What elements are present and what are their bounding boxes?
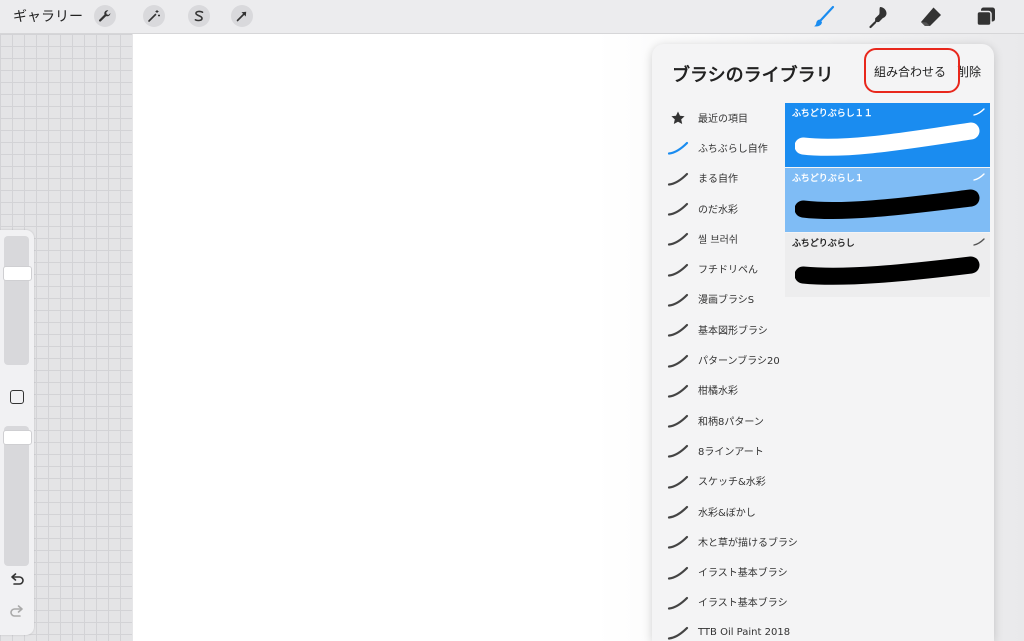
brush-set-item[interactable]: イラスト基本ブラシ	[664, 587, 788, 617]
brush-set-item[interactable]: TTB Oil Paint 2018	[664, 617, 791, 641]
selection-s-icon[interactable]	[188, 5, 210, 27]
brush-set-label: 씰 브러쉬	[698, 234, 738, 246]
panel-title: ブラシのライブラリ	[672, 65, 834, 86]
brush-stroke-icon	[667, 292, 689, 307]
brush-set-item[interactable]: 水彩&ぼかし	[664, 496, 788, 526]
brush-stroke-icon	[667, 625, 689, 640]
brush-library-panel: ブラシのライブラリ 組み合わせる 削除 最近の項目 ふちぶらし自作 まる自作 のだ水彩…	[652, 44, 994, 641]
brush-set-list: 最近の項目ふちぶらし自作 まる自作のだ水彩 씰 브러쉬 フチドリペん 漫画ブラシS 基本図…	[664, 102, 798, 641]
brush-set-item[interactable]: フチドリペん	[664, 253, 788, 283]
brush-set-item[interactable]: 基本図形ブラシ	[664, 314, 788, 344]
brush-set-item[interactable]: パターンブラシ20	[664, 344, 788, 374]
brush-size-slider[interactable]	[4, 236, 29, 365]
brush-type-icon	[973, 173, 985, 181]
brush-set-item[interactable]: 和柄8パターン	[664, 405, 788, 435]
arrow-icon[interactable]	[231, 5, 253, 27]
brush-stroke-icon	[667, 595, 689, 610]
magic-wand-icon[interactable]	[143, 5, 165, 27]
layers-icon[interactable]	[973, 4, 999, 30]
brush-set-label: 水彩&ぼかし	[698, 507, 756, 519]
brush-set-label: TTB Oil Paint 2018	[698, 626, 791, 638]
opacity-slider[interactable]	[4, 426, 29, 566]
brush-stroke-icon	[667, 231, 689, 246]
brush-stroke-icon	[667, 504, 689, 519]
brush-set-label: 和柄8パターン	[698, 416, 764, 428]
top-toolbar: ギャラリー	[0, 0, 1024, 34]
brush-stroke-icon	[667, 353, 689, 368]
brush-set-label: まる自作	[698, 174, 738, 186]
brush-set-item[interactable]: 씰 브러쉬	[664, 223, 788, 253]
brush-stroke-icon	[667, 565, 689, 580]
brush-set-label: 木と草が描けるブラシ	[698, 537, 798, 549]
left-sidebar	[0, 230, 34, 635]
brush-stroke-icon	[667, 443, 689, 459]
undo-icon[interactable]	[8, 571, 26, 589]
brush-item-3[interactable]: ふちどりぶらし	[785, 233, 990, 297]
brush-set-item[interactable]: スケッチ&水彩	[664, 466, 788, 496]
brush-stroke-icon	[667, 474, 689, 489]
brush-set-label: パターンブラシ20	[698, 356, 780, 368]
modify-button[interactable]	[10, 390, 24, 404]
eraser-icon[interactable]	[918, 4, 944, 30]
brush-name: ふちどりぶらし	[792, 239, 855, 249]
opacity-slider-thumb[interactable]	[3, 430, 32, 445]
brush-set-item[interactable]: のだ水彩	[664, 193, 788, 223]
brush-set-item[interactable]: イラスト基本ブラシ	[664, 556, 788, 586]
brush-set-label: スケッチ&水彩	[698, 477, 766, 489]
brush-set-label: イラスト基本ブラシ	[698, 568, 788, 580]
brush-stroke-preview	[795, 189, 980, 220]
brush-name: ふちどりぶらし１１	[792, 109, 873, 119]
brush-stroke-preview	[795, 256, 980, 285]
brush-set-label: 8ラインアート	[698, 446, 764, 458]
brush-set-item[interactable]: 柑橘水彩	[664, 375, 788, 405]
brush-list: ふちどりぶらし１１ ふちどりぶらし１ ふちどりぶらし	[785, 103, 990, 298]
brush-set-label: 基本図形ブラシ	[698, 325, 768, 337]
brush-stroke-icon	[667, 262, 689, 277]
brush-stroke-icon	[667, 413, 689, 428]
brush-set-label: 柑橘水彩	[698, 386, 738, 398]
brush-set-label: 漫画ブラシS	[698, 295, 755, 307]
brush-icon[interactable]	[811, 4, 837, 30]
brush-set-item[interactable]: 8ラインアート	[664, 435, 788, 465]
brush-set-label: フチドリペん	[698, 265, 758, 277]
brush-stroke-icon	[667, 201, 689, 216]
brush-set-label: のだ水彩	[698, 204, 738, 216]
brush-set-item[interactable]: まる自作	[664, 163, 788, 193]
brush-set-label: ふちぶらし自作	[698, 143, 768, 155]
brush-set-item[interactable]: ふちぶらし自作	[664, 132, 788, 162]
highlight-annotation	[864, 48, 960, 93]
redo-icon[interactable]	[8, 603, 26, 621]
brush-set-item[interactable]: 最近の項目	[664, 102, 788, 132]
smudge-icon[interactable]	[866, 4, 892, 30]
brush-stroke-icon	[667, 322, 689, 337]
brush-name: ふちどりぶらし１	[792, 174, 864, 184]
star-icon	[667, 110, 689, 125]
brush-item-1[interactable]: ふちどりぶらし１１	[785, 103, 990, 167]
brush-set-label: イラスト基本ブラシ	[698, 598, 788, 610]
brush-stroke-icon	[667, 171, 689, 186]
wrench-icon[interactable]	[94, 5, 116, 27]
brush-stroke-icon	[667, 140, 689, 156]
brush-set-item[interactable]: 木と草が描けるブラシ	[664, 526, 798, 556]
delete-button[interactable]: 削除	[957, 63, 981, 80]
brush-set-item[interactable]: 漫画ブラシS	[664, 284, 788, 314]
brush-set-label: 最近の項目	[698, 113, 748, 125]
brush-stroke-icon	[667, 534, 689, 549]
brush-stroke-icon	[667, 383, 689, 398]
brush-size-slider-thumb[interactable]	[3, 266, 32, 281]
brush-item-2[interactable]: ふちどりぶらし１	[785, 168, 990, 232]
brush-type-icon	[973, 238, 985, 246]
gallery-button[interactable]: ギャラリー	[13, 6, 83, 26]
brush-type-icon	[973, 108, 985, 116]
brush-stroke-preview	[795, 122, 980, 156]
